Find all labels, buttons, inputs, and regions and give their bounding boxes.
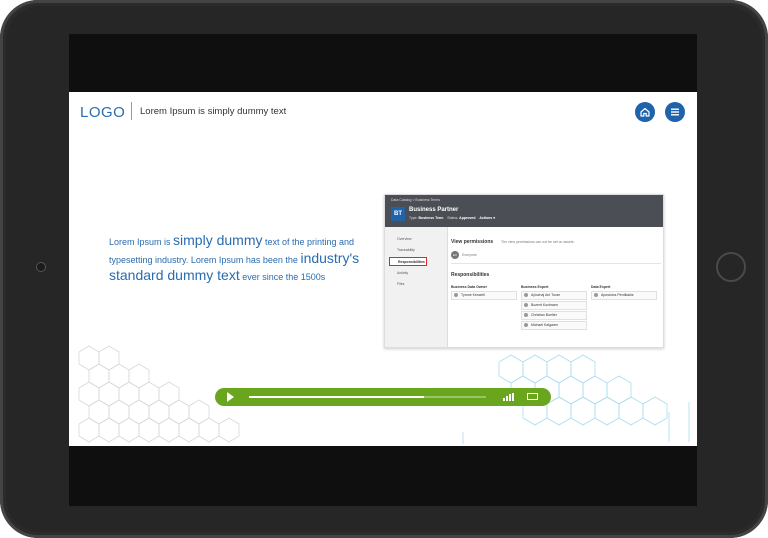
intro-text-2: simply dummy	[173, 232, 263, 248]
person-chip: Aylozhaj Ant Turan	[521, 291, 587, 300]
screenshot-sidebar: Overview Traceability Responsibilities A…	[385, 227, 448, 347]
actions-menu: Actions ▾	[479, 216, 495, 220]
responsibilities-title: Responsibilities	[451, 272, 490, 278]
column-head-expert: Business Expert	[521, 285, 549, 289]
person-name: Apostolos Perdikakis	[601, 293, 634, 297]
seek-bar[interactable]	[249, 396, 486, 398]
person-icon	[524, 313, 528, 318]
person-icon	[524, 293, 528, 298]
hamburger-menu-icon	[671, 108, 679, 116]
screenshot-header: Data Catalog > Business Terms BT Busines…	[385, 195, 663, 227]
asset-title: Business Partner	[409, 207, 459, 213]
person-name: Aylozhaj Ant Turan	[531, 293, 561, 297]
status-label: Status:	[447, 216, 459, 220]
home-icon	[640, 107, 650, 117]
fullscreen-icon[interactable]	[527, 393, 538, 400]
menu-button[interactable]	[665, 102, 685, 122]
person-name: Christian Boelter	[531, 313, 557, 317]
tablet-frame: LOGO Lorem Ipsum is simply dummy text Lo…	[0, 0, 768, 538]
column-head-data-expert: Data Expert	[591, 285, 611, 289]
camera-icon	[36, 262, 46, 272]
type-label: Type:	[409, 216, 418, 220]
seek-progress	[249, 396, 425, 398]
person-icon	[524, 323, 528, 328]
person-icon	[524, 303, 528, 308]
person-name: Michael Kalgaren	[531, 323, 559, 327]
view-permissions-title: View permissions	[451, 239, 494, 245]
page-title: Lorem Ipsum is simply dummy text	[140, 106, 287, 117]
asset-meta: Type: Business Term Status: Approved Act…	[409, 216, 495, 220]
status-value: Approved	[459, 216, 476, 220]
sidebar-item-files: Files	[397, 282, 405, 286]
person-name: Bozent Kozlowen	[531, 303, 559, 307]
intro-text: Lorem Ipsum is simply dummy text of the …	[109, 232, 379, 285]
person-chip: Bozent Kozlowen	[521, 301, 587, 310]
course-slide: LOGO Lorem Ipsum is simply dummy text Lo…	[69, 92, 697, 446]
home-button[interactable]	[635, 102, 655, 122]
person-chip: Michael Kalgaren	[521, 321, 587, 330]
permission-value: Everyone	[462, 253, 477, 257]
breadcrumb: Data Catalog > Business Terms	[391, 198, 441, 202]
tablet-home-button[interactable]	[716, 252, 746, 282]
screen: LOGO Lorem Ipsum is simply dummy text Lo…	[69, 34, 697, 506]
type-value: Business Term	[418, 216, 444, 220]
asset-badge: BT	[391, 207, 405, 221]
person-chip: Apostolos Perdikakis	[591, 291, 657, 300]
person-icon	[454, 293, 458, 298]
volume-icon[interactable]	[503, 393, 515, 401]
avatar: EV	[451, 251, 459, 259]
intro-text-1: Lorem Ipsum is	[109, 237, 174, 247]
section-divider	[451, 263, 661, 264]
person-chip: Christian Boelter	[521, 311, 587, 320]
media-player	[215, 388, 551, 406]
person-icon	[594, 293, 598, 298]
person-chip: Tyrone Keswell	[451, 291, 517, 300]
sidebar-item-traceability: Traceability	[397, 248, 415, 252]
embedded-screenshot: Data Catalog > Business Terms BT Busines…	[384, 194, 664, 348]
sidebar-item-responsibilities: Responsibilities	[389, 257, 427, 266]
header-divider	[131, 102, 132, 120]
sidebar-item-activity: Activity	[397, 271, 409, 275]
column-head-owner: Business Data Owner	[451, 285, 487, 289]
play-icon[interactable]	[227, 392, 234, 402]
header: LOGO Lorem Ipsum is simply dummy text	[69, 92, 697, 132]
sidebar-item-overview: Overview	[397, 237, 412, 241]
person-name: Tyrone Keswell	[461, 293, 485, 297]
logo: LOGO	[80, 104, 126, 121]
intro-text-5: ever since the 1500s	[239, 272, 326, 282]
view-permissions-note: The view permissions can not be set on a…	[501, 240, 575, 244]
screenshot-main: View permissions The view permissions ca…	[451, 227, 661, 347]
